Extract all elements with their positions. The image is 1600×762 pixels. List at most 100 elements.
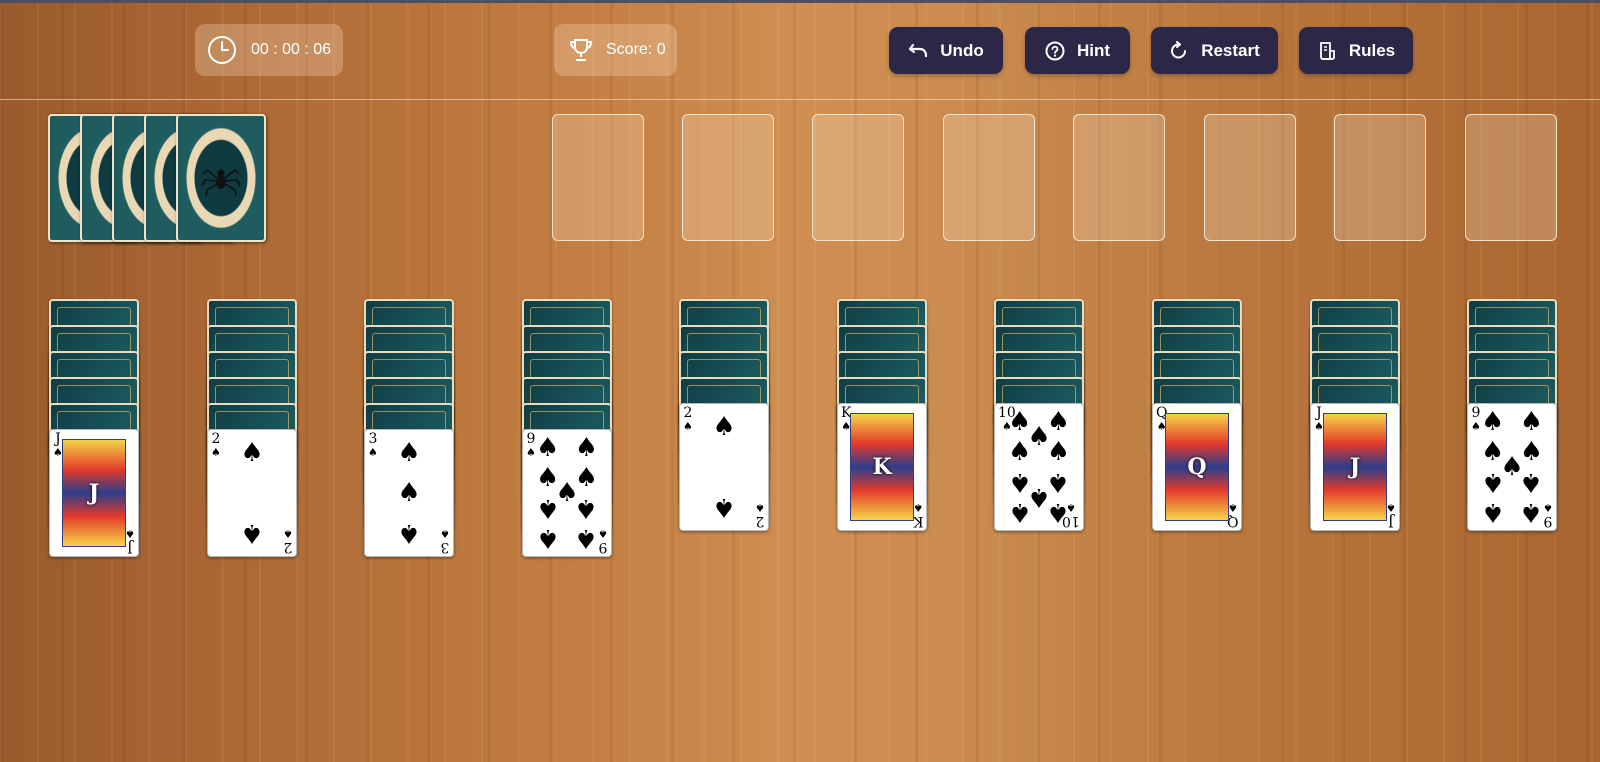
card-pip: ♠ <box>574 493 599 524</box>
spider-icon <box>201 168 241 197</box>
card-rank: J <box>55 431 61 447</box>
foundation-slot <box>1073 114 1165 241</box>
card-corner-index: 2 ♠ <box>683 405 693 433</box>
card-pip: ♠ <box>1519 406 1544 437</box>
card-pip: ♠ <box>1519 467 1544 498</box>
foundation-slot <box>1204 114 1296 241</box>
card-pip: ♠ <box>574 432 599 463</box>
court-letter: J <box>88 480 100 506</box>
card-corner-index: 9 ♠ <box>598 527 608 555</box>
card-suit: ♠ <box>1386 501 1396 514</box>
court-letter: K <box>872 454 892 480</box>
card-rank: 3 <box>440 539 450 555</box>
court-card-portrait: J <box>62 439 126 547</box>
face-up-card[interactable]: J ♠ J ♠ J <box>49 429 139 557</box>
card-suit: ♠ <box>683 420 693 433</box>
card-rank: 2 <box>211 431 221 447</box>
card-corner-index: J ♠ <box>1386 501 1396 529</box>
card-pip: ♠ <box>397 478 421 508</box>
card-pip: ♠ <box>712 492 736 523</box>
court-card-portrait: K <box>850 413 914 521</box>
restart-label: Restart <box>1201 40 1260 60</box>
restart-button[interactable]: Restart <box>1151 27 1278 74</box>
foundation-slot <box>552 114 644 241</box>
card-pip: ♠ <box>535 523 560 554</box>
foundation-slot <box>682 114 774 241</box>
face-up-card[interactable]: Q ♠ Q ♠ Q <box>1152 403 1242 531</box>
card-corner-index: 9 ♠ <box>526 431 536 459</box>
card-pip: ♠ <box>240 518 264 549</box>
card-corner-index: 9 ♠ <box>1543 501 1553 529</box>
card-rank: K <box>912 513 923 529</box>
clock-icon <box>207 35 237 65</box>
card-suit: ♠ <box>211 446 221 459</box>
card-rank: J <box>1316 405 1322 421</box>
card-suit: ♠ <box>755 501 765 514</box>
rules-icon <box>1319 41 1335 60</box>
card-rank: 9 <box>526 431 536 447</box>
card-pip: ♠ <box>1046 436 1071 467</box>
foundation-slot <box>1334 114 1426 241</box>
foundation-slot <box>943 114 1035 241</box>
card-pip: ♠ <box>1007 436 1032 467</box>
card-pip: ♠ <box>1480 497 1505 528</box>
card-pip: ♠ <box>397 437 421 468</box>
card-corner-index: 3 ♠ <box>440 527 450 555</box>
card-pip: ♠ <box>240 437 264 468</box>
card-corner-index: 3 ♠ <box>368 431 378 459</box>
trophy-icon <box>568 37 594 63</box>
face-up-card[interactable]: 10 ♠ 10 ♠ ♠ ♠ ♠ ♠ ♠ ♠ ♠ ♠ ♠ ♠ <box>994 403 1084 531</box>
card-suit: ♠ <box>598 527 608 540</box>
card-pip: ♠ <box>535 432 560 463</box>
stock-card[interactable] <box>176 114 266 242</box>
top-bar: 00 : 00 : 06 Score: 0 Undo Hint Restart … <box>0 0 1600 100</box>
face-up-card[interactable]: 9 ♠ 9 ♠ ♠ ♠ ♠ ♠ ♠ ♠ ♠ ♠ ♠ <box>1467 403 1557 531</box>
card-rank: 9 <box>1543 513 1553 529</box>
face-up-card[interactable]: 2 ♠ 2 ♠ ♠ ♠ <box>207 429 297 557</box>
card-rank: 9 <box>1471 405 1481 421</box>
card-suit: ♠ <box>440 527 450 540</box>
card-suit: ♠ <box>283 527 293 540</box>
card-corner-index: K ♠ <box>912 501 923 529</box>
card-rank: 2 <box>683 405 693 421</box>
face-up-card[interactable]: 2 ♠ 2 ♠ ♠ ♠ <box>679 403 769 531</box>
score: Score: 0 <box>554 24 677 76</box>
undo-label: Undo <box>940 40 984 60</box>
card-pip: ♠ <box>1519 497 1544 528</box>
foundation-slot <box>1465 114 1557 241</box>
timer-value: 00 : 00 : 06 <box>251 41 332 58</box>
court-letter: J <box>1349 454 1361 480</box>
card-suit: ♠ <box>1543 501 1553 514</box>
card-corner-index: 2 ♠ <box>211 431 221 459</box>
card-pip: ♠ <box>574 523 599 554</box>
rules-button[interactable]: Rules <box>1299 27 1413 74</box>
hint-button[interactable]: Hint <box>1025 27 1130 74</box>
card-rank: 9 <box>598 539 608 555</box>
card-pip: ♠ <box>1480 406 1505 437</box>
face-up-card[interactable]: 9 ♠ 9 ♠ ♠ ♠ ♠ ♠ ♠ ♠ ♠ ♠ ♠ <box>522 429 612 557</box>
card-suit: ♠ <box>526 446 536 459</box>
card-suit: ♠ <box>912 501 923 514</box>
card-pip: ♠ <box>712 411 736 442</box>
card-pip: ♠ <box>535 493 560 524</box>
score-label: Score: 0 <box>606 41 666 58</box>
card-suit: ♠ <box>368 446 378 459</box>
restart-icon <box>1171 40 1187 58</box>
court-card-portrait: Q <box>1165 413 1229 521</box>
card-corner-index: 2 ♠ <box>283 527 293 555</box>
card-pip: ♠ <box>1007 497 1032 528</box>
undo-button[interactable]: Undo <box>889 27 1003 74</box>
undo-icon <box>909 43 928 57</box>
court-card-portrait: J <box>1323 413 1387 521</box>
rules-label: Rules <box>1348 40 1396 60</box>
card-rank: 3 <box>368 431 378 447</box>
card-suit: ♠ <box>1471 420 1481 433</box>
card-rank: 2 <box>283 539 293 555</box>
card-pip: ♠ <box>1480 467 1505 498</box>
face-up-card[interactable]: J ♠ J ♠ J <box>1310 403 1400 531</box>
foundation-slot <box>812 114 904 241</box>
face-up-card[interactable]: 3 ♠ 3 ♠ ♠ ♠ ♠ <box>364 429 454 557</box>
face-up-card[interactable]: K ♠ K ♠ K <box>837 403 927 531</box>
hint-label: Hint <box>1076 40 1111 60</box>
court-letter: Q <box>1187 454 1207 480</box>
